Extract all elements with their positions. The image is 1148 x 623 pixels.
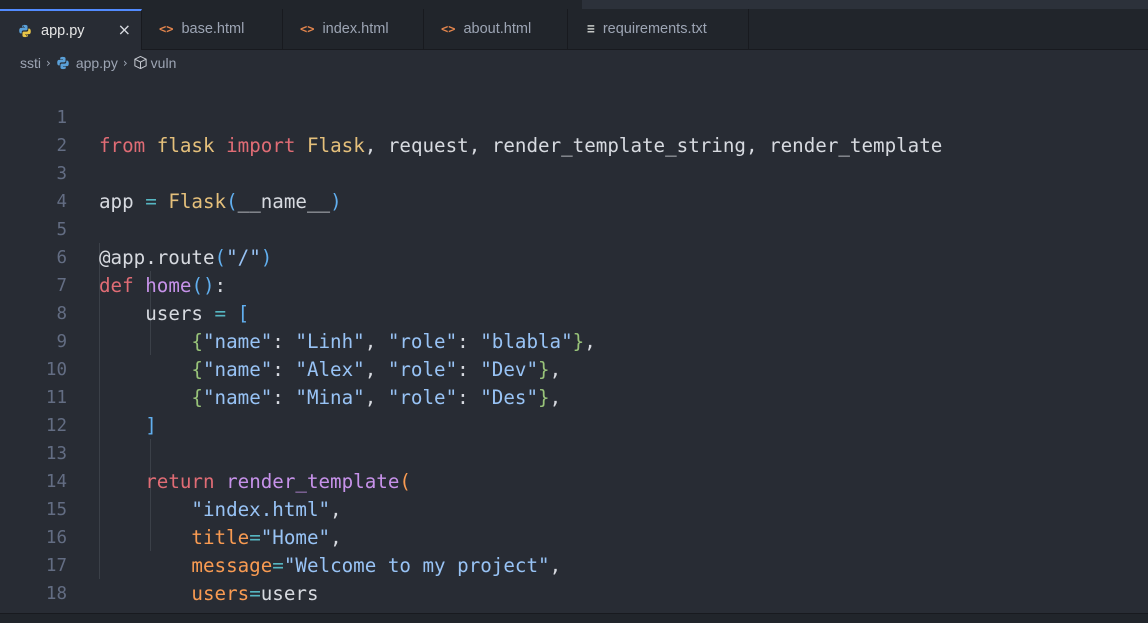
code-line-15: 15 title="Home", (0, 468, 1148, 549)
breadcrumb-file[interactable]: app.py (76, 55, 118, 71)
code-line-13: 13 return render_template( (0, 412, 1148, 493)
code-line-6: 6 def home(): (0, 216, 1148, 297)
tab-app-py[interactable]: app.py × (0, 9, 142, 50)
code-line-18: 18 ) (0, 552, 1148, 623)
text-file-icon: ≡ (587, 21, 595, 37)
breadcrumb: ssti › app.py › vuln (0, 50, 1148, 75)
tab-label: index.html (322, 21, 389, 37)
code-line-14: 14 "index.html", (0, 440, 1148, 521)
code-line-19: 19 (0, 580, 1148, 623)
code-line-5: 5 @app.route("/") (0, 188, 1148, 269)
code-line-4: 4 (0, 160, 1148, 212)
code-editor[interactable]: 1 from flask import Flask, request, rend… (0, 75, 1148, 623)
tab-index-html[interactable]: <> index.html (283, 9, 424, 49)
html-file-icon: <> (441, 22, 456, 36)
title-strip (0, 0, 1148, 10)
code-line-8: 8 {"name": "Linh", "role": "blabla"}, (0, 272, 1148, 353)
tab-bar: app.py × <> base.html <> index.html <> a… (0, 9, 1148, 50)
code-line-7: 7 users = [ (0, 244, 1148, 325)
html-file-icon: <> (300, 22, 315, 36)
code-line-10: 10 {"name": "Mina", "role": "Des"}, (0, 328, 1148, 409)
python-icon (19, 24, 31, 37)
code-line-2: 2 (0, 104, 1148, 156)
code-line-3: 3 app = Flask(__name__) (0, 132, 1148, 213)
code-line-12: 12 (0, 384, 1148, 436)
tab-label: about.html (463, 21, 532, 37)
close-icon[interactable]: × (118, 20, 131, 39)
code-line-1: 1 from flask import Flask, request, rend… (0, 76, 1148, 157)
python-icon (57, 56, 69, 69)
breadcrumb-folder[interactable]: ssti (20, 55, 41, 71)
code-line-9: 9 {"name": "Alex", "role": "Dev"}, (0, 300, 1148, 381)
code-line-16: 16 message="Welcome to my project", (0, 496, 1148, 577)
html-file-icon: <> (159, 22, 174, 36)
tab-label: base.html (181, 21, 245, 37)
tab-requirements-txt[interactable]: ≡ requirements.txt (568, 9, 749, 49)
tab-label: app.py (41, 22, 85, 39)
breadcrumb-symbol[interactable]: vuln (151, 55, 177, 71)
tab-about-html[interactable]: <> about.html (424, 9, 568, 49)
chevron-right-icon: › (122, 55, 128, 70)
code-line-17: 17 users=users (0, 524, 1148, 605)
panel-edge (0, 613, 1148, 623)
symbol-namespace-icon (134, 55, 147, 70)
chevron-right-icon: › (46, 55, 51, 70)
tab-label: requirements.txt (602, 21, 707, 37)
code-line-11: 11 ] (0, 356, 1148, 437)
tab-base-html[interactable]: <> base.html (142, 9, 283, 49)
